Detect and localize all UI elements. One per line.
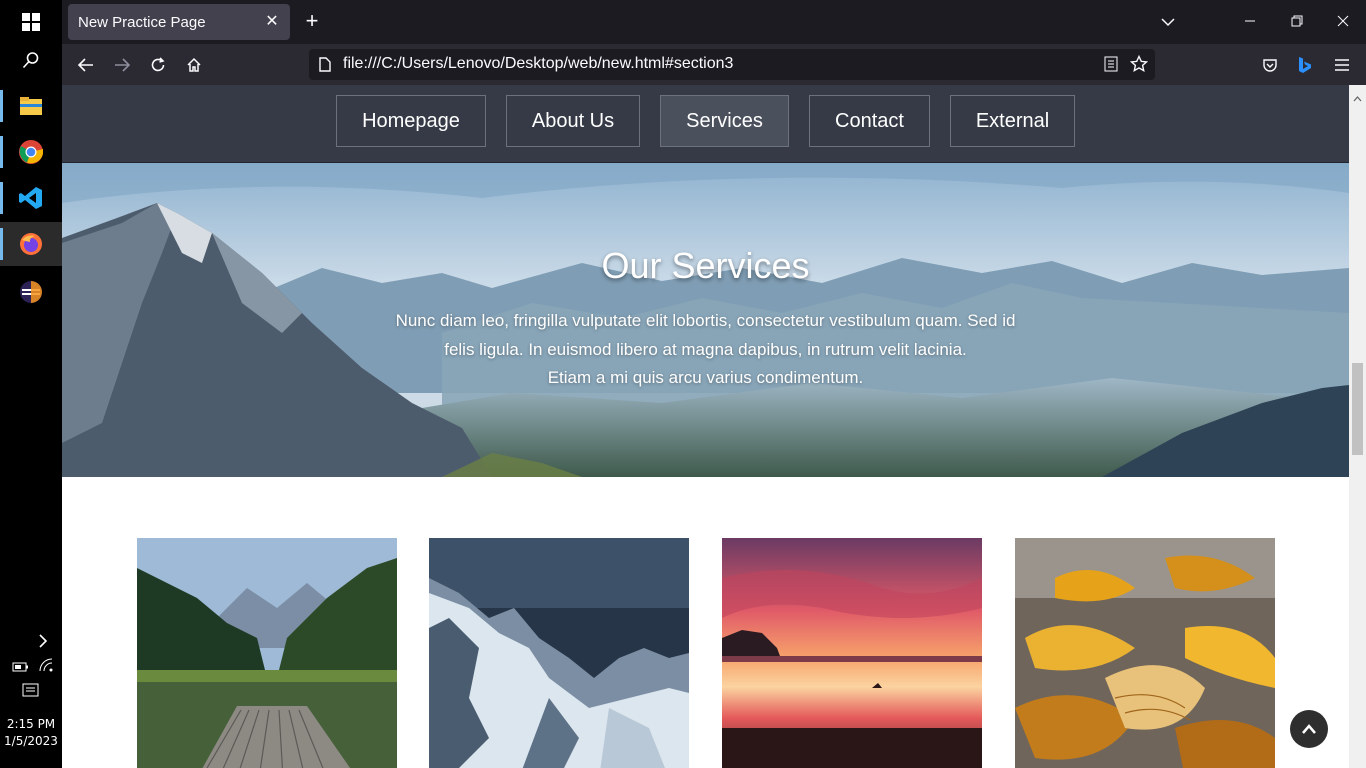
- reader-view-icon[interactable]: [1104, 56, 1118, 77]
- url-text: file:///C:/Users/Lenovo/Desktop/web/new.…: [343, 55, 734, 72]
- services-hero: Our Services Nunc diam leo, fringilla vu…: [62, 163, 1349, 477]
- scroll-up-arrow-icon[interactable]: [1353, 89, 1362, 107]
- hero-text-line: Etiam a mi quis arcu varius condimentum.: [547, 368, 864, 387]
- navigation-toolbar: file:///C:/Users/Lenovo/Desktop/web/new.…: [62, 44, 1366, 85]
- chevron-up-icon: [1302, 724, 1316, 734]
- windows-taskbar: 2:15 PM 1/5/2023: [0, 0, 62, 768]
- home-icon[interactable]: [181, 52, 207, 78]
- snowy-mountains-image[interactable]: [429, 538, 689, 768]
- close-tab-icon[interactable]: ✕: [262, 12, 282, 32]
- tab-new-practice-page[interactable]: New Practice Page ✕: [68, 4, 290, 40]
- clock-time: 2:15 PM: [6, 717, 56, 731]
- chrome-icon[interactable]: [0, 130, 62, 174]
- taskbar-clock[interactable]: 2:15 PM 1/5/2023: [0, 716, 62, 750]
- minimize-icon[interactable]: [1236, 8, 1264, 36]
- vscode-icon[interactable]: [0, 176, 62, 220]
- page-viewport: Homepage About Us Services Contact Exter…: [62, 85, 1349, 768]
- back-to-top-button[interactable]: [1290, 710, 1328, 748]
- firefox-window: New Practice Page ✕ + file:///C:/Users/L…: [62, 0, 1366, 768]
- reload-icon[interactable]: [145, 52, 171, 78]
- hamburger-menu-icon[interactable]: [1329, 52, 1355, 78]
- nav-homepage-link[interactable]: Homepage: [336, 95, 486, 147]
- scrollbar-thumb[interactable]: [1352, 363, 1363, 455]
- beach-sunset-image[interactable]: [722, 538, 982, 768]
- bing-icon[interactable]: [1292, 52, 1318, 78]
- forward-icon[interactable]: [109, 52, 135, 78]
- nav-external-link[interactable]: External: [950, 95, 1075, 147]
- hero-text-line: Nunc diam leo, fringilla vulputate elit …: [395, 311, 1016, 330]
- notification-icon[interactable]: [22, 683, 40, 704]
- list-all-tabs-icon[interactable]: [1154, 8, 1182, 36]
- nav-about-us-link[interactable]: About Us: [506, 95, 640, 147]
- lake-dock-image[interactable]: [137, 538, 397, 768]
- hero-text-line: felis ligula. In euismod libero at magna…: [444, 339, 967, 359]
- battery-icon[interactable]: [12, 660, 30, 678]
- page-scrollbar[interactable]: [1349, 85, 1366, 768]
- restore-icon[interactable]: [1283, 8, 1311, 36]
- close-window-icon[interactable]: [1329, 8, 1357, 36]
- hero-title: Our Services: [601, 245, 810, 286]
- site-navigation: Homepage About Us Services Contact Exter…: [62, 85, 1349, 163]
- nav-contact-link[interactable]: Contact: [809, 95, 930, 147]
- pocket-icon[interactable]: [1257, 52, 1283, 78]
- hero-description: Nunc diam leo, fringilla vulputate elit …: [362, 307, 1049, 393]
- tab-title: New Practice Page: [78, 13, 206, 31]
- nav-services-link[interactable]: Services: [660, 95, 789, 147]
- wifi-icon[interactable]: [38, 658, 54, 677]
- firefox-icon[interactable]: [0, 222, 62, 266]
- bookmark-star-icon[interactable]: [1129, 54, 1149, 78]
- file-explorer-icon[interactable]: [0, 84, 62, 128]
- page-icon[interactable]: [319, 57, 331, 77]
- url-bar[interactable]: file:///C:/Users/Lenovo/Desktop/web/new.…: [309, 49, 1155, 80]
- search-icon[interactable]: [0, 38, 62, 82]
- autumn-leaves-image[interactable]: [1015, 538, 1275, 768]
- clock-date: 1/5/2023: [4, 734, 58, 748]
- eclipse-icon[interactable]: [0, 270, 62, 314]
- tab-bar: New Practice Page ✕ +: [62, 0, 1366, 44]
- new-tab-icon[interactable]: +: [300, 10, 324, 34]
- back-icon[interactable]: [73, 52, 99, 78]
- chevron-right-icon[interactable]: [38, 634, 48, 653]
